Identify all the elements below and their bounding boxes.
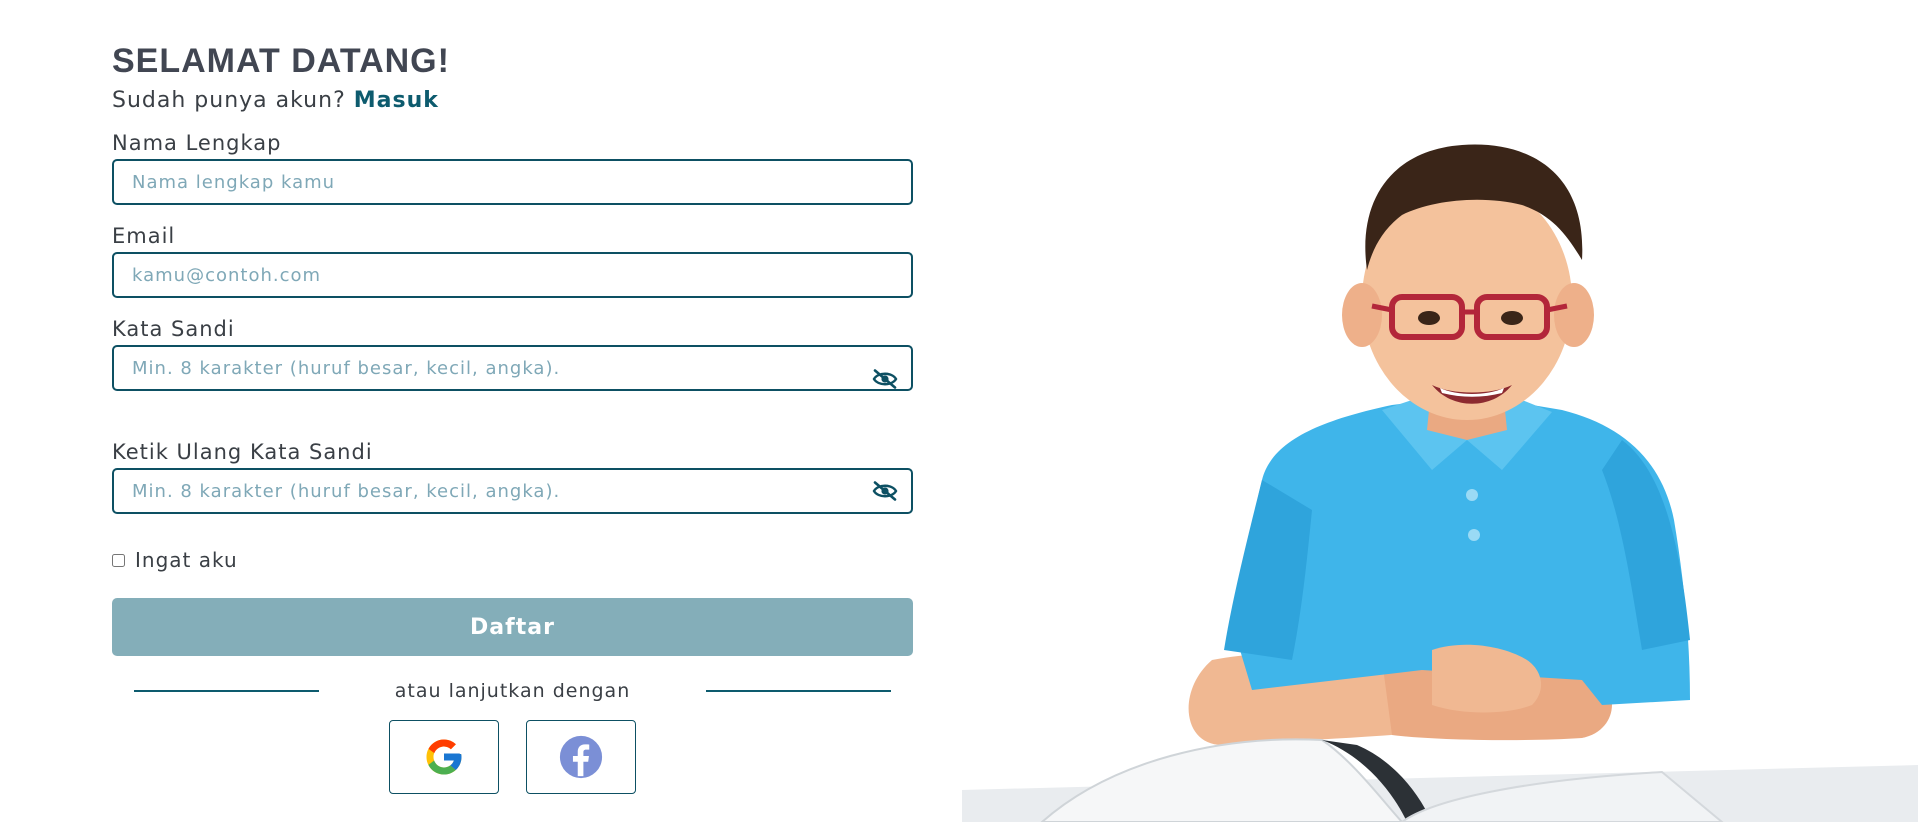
eye-slash-icon[interactable] (871, 481, 899, 501)
password-input-box (112, 345, 913, 391)
divider-text: atau lanjutkan dengan (394, 680, 631, 702)
register-button[interactable]: Daftar (112, 598, 913, 656)
boy-with-glasses-illustration (962, 0, 1918, 822)
confirm-password-input[interactable] (114, 470, 911, 512)
login-link[interactable]: Masuk (354, 88, 439, 113)
login-prompt: Sudah punya akun? Masuk (112, 86, 913, 116)
password-label: Kata Sandi (112, 317, 235, 341)
facebook-login-button[interactable] (526, 720, 636, 794)
full-name-field: Nama Lengkap (112, 130, 913, 205)
password-field: Kata Sandi (112, 316, 913, 391)
confirm-password-label: Ketik Ulang Kata Sandi (112, 440, 373, 464)
divider-line-right (706, 690, 891, 692)
signup-form: SELAMAT DATANG! Sudah punya akun? Masuk … (112, 40, 913, 794)
email-field: Email (112, 223, 913, 298)
email-input[interactable] (114, 254, 911, 296)
login-prompt-text: Sudah punya akun? (112, 88, 346, 113)
google-icon (426, 739, 462, 775)
email-label: Email (112, 224, 176, 248)
eye-slash-icon[interactable] (871, 369, 899, 389)
confirm-password-input-box (112, 468, 913, 514)
full-name-label: Nama Lengkap (112, 131, 282, 155)
remember-me-checkbox[interactable] (112, 553, 125, 567)
confirm-password-field: Ketik Ulang Kata Sandi (112, 439, 913, 514)
page-title: SELAMAT DATANG! (112, 42, 450, 80)
password-input[interactable] (114, 347, 911, 389)
divider-line-left (134, 690, 319, 692)
social-login-buttons (112, 720, 913, 794)
email-input-box (112, 252, 913, 298)
social-divider: atau lanjutkan dengan (112, 676, 913, 706)
facebook-icon (559, 735, 603, 779)
full-name-input[interactable] (114, 161, 911, 203)
google-login-button[interactable] (389, 720, 499, 794)
remember-me-label: Ingat aku (135, 548, 238, 572)
full-name-input-box (112, 159, 913, 205)
remember-me-row: Ingat aku (112, 548, 913, 572)
